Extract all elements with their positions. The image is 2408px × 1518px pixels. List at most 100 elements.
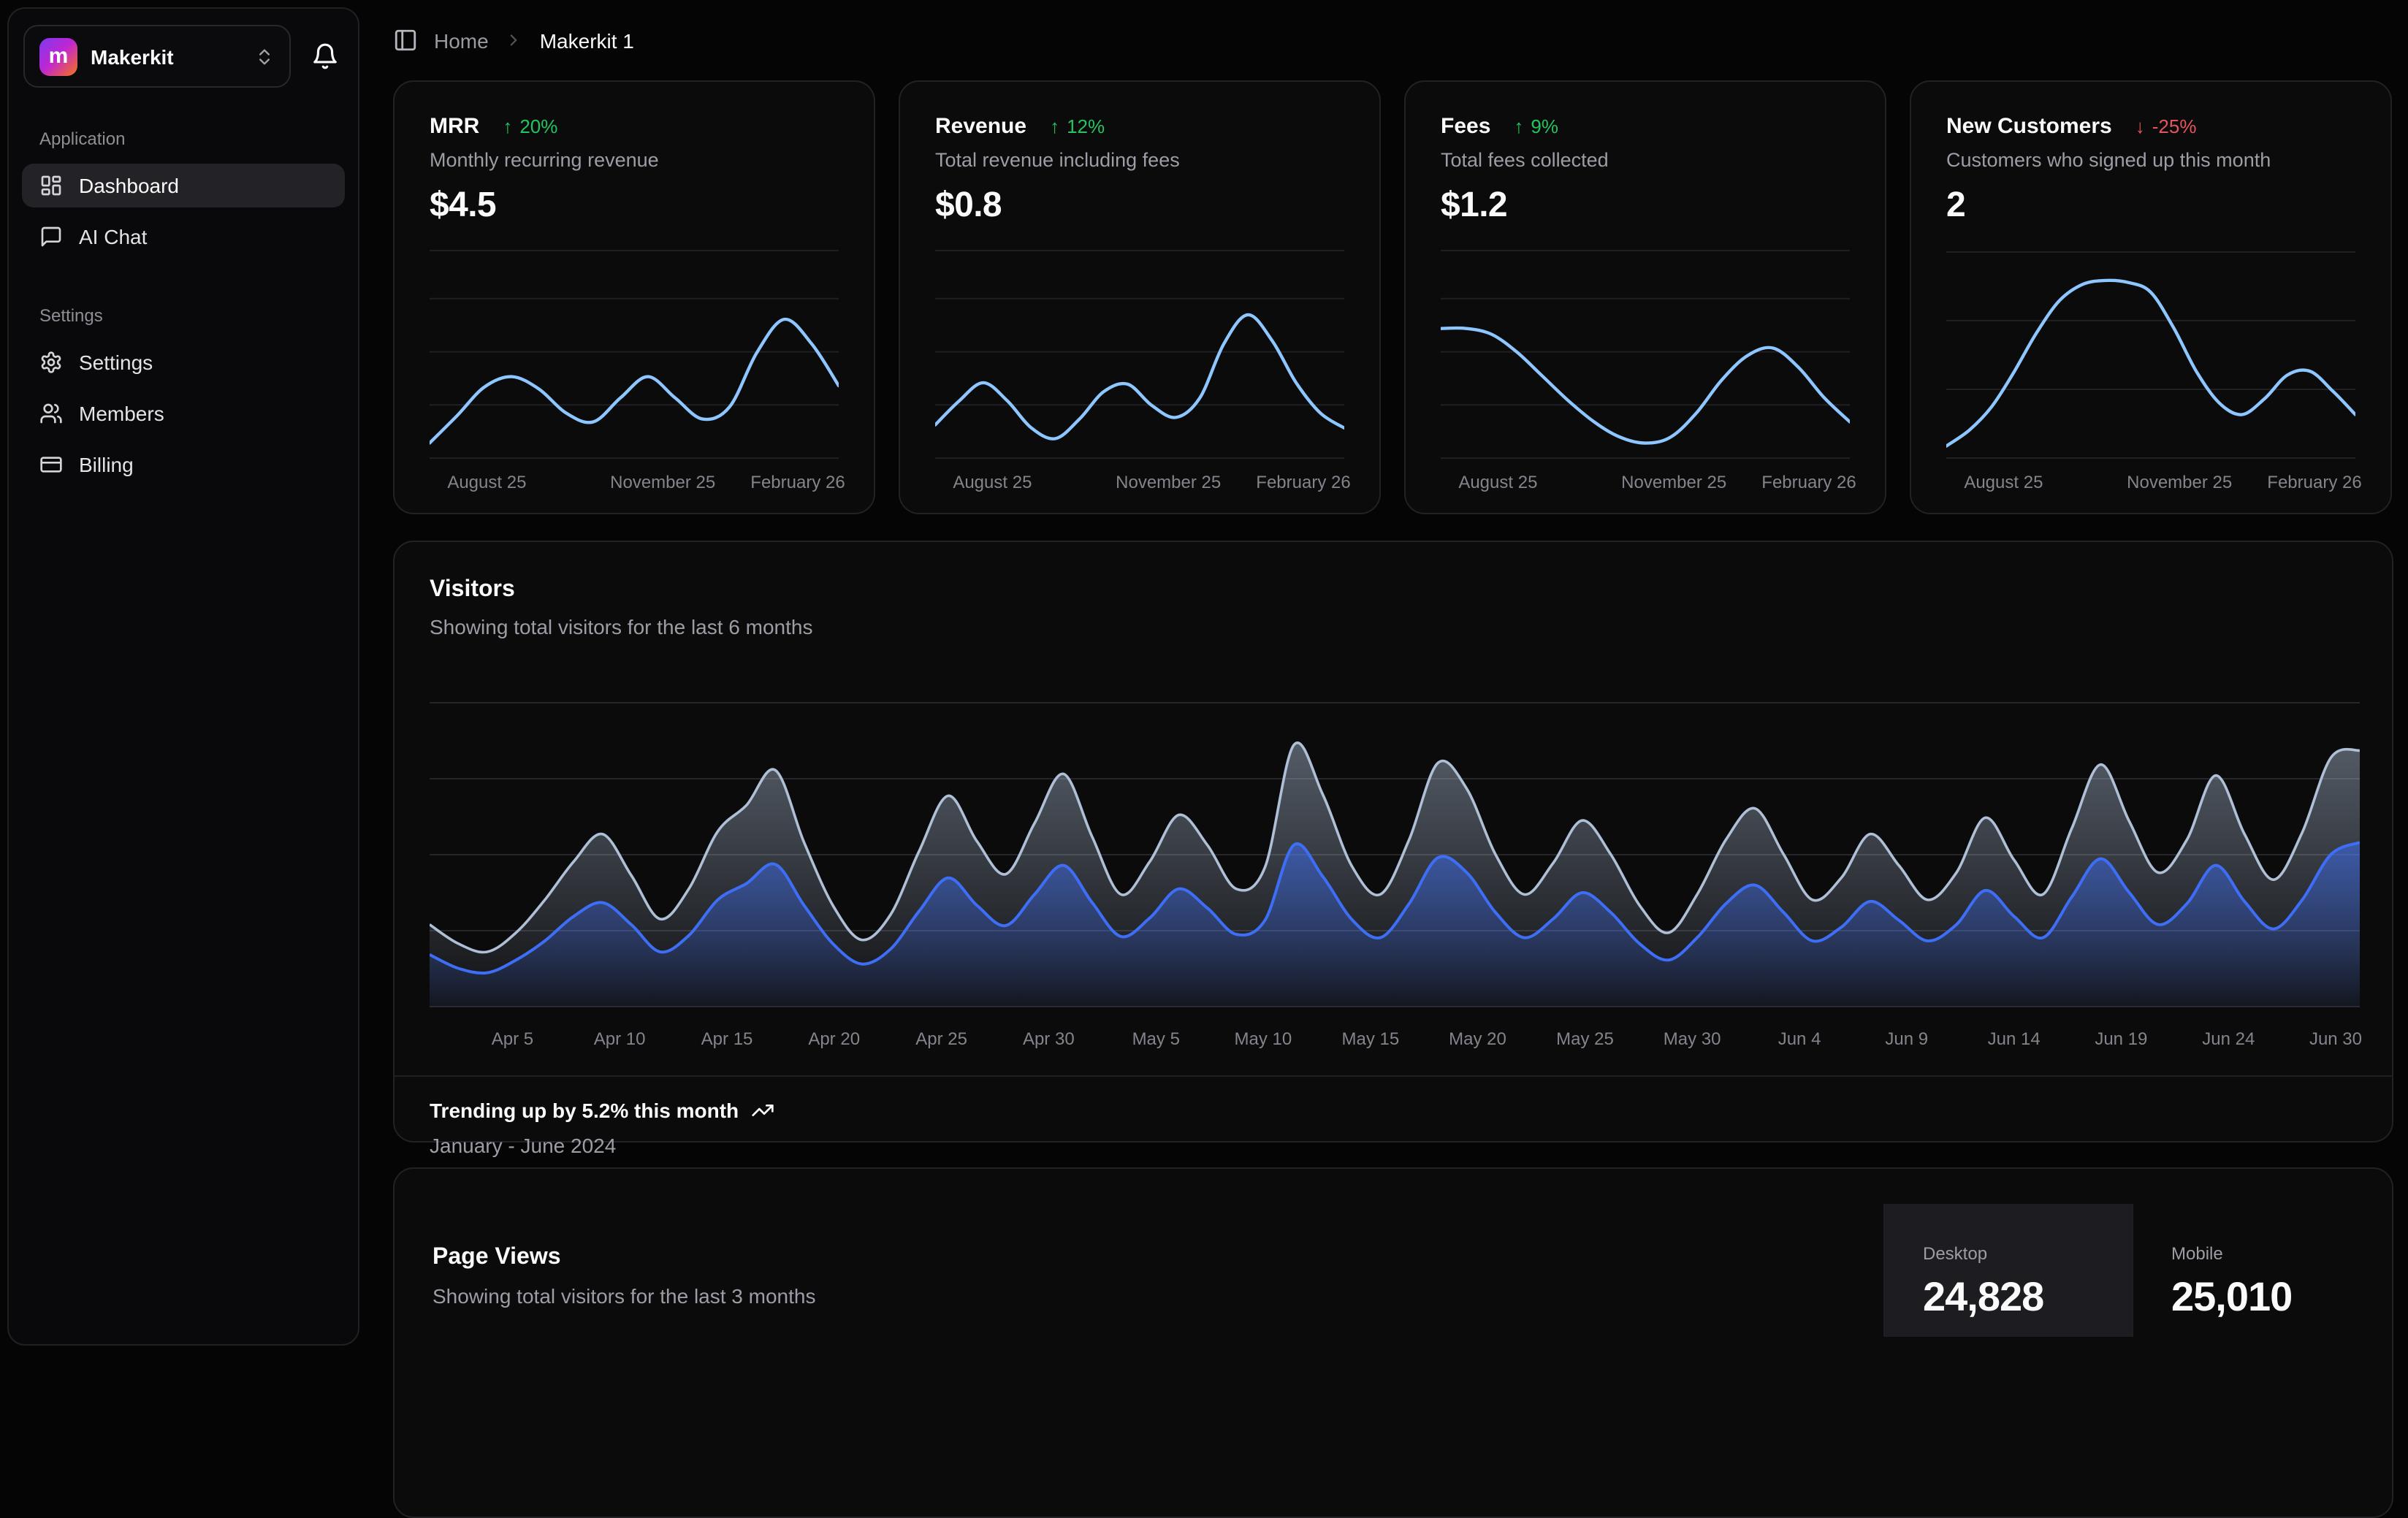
sidebar-nav: ApplicationDashboardAI ChatSettingsSetti… xyxy=(9,88,358,533)
x-axis-label: May 30 xyxy=(1664,1029,1721,1049)
main-content: Home Makerkit 1 MRR↑20%Monthly recurring… xyxy=(393,0,2393,1518)
page-views-subtitle: Showing total visitors for the last 3 mo… xyxy=(433,1284,815,1308)
dashboard-icon xyxy=(39,174,63,197)
stat-x-axis: August 25November 25February 26 xyxy=(1946,472,2355,495)
x-axis-label: Jun 9 xyxy=(1885,1029,1928,1049)
sidebar-item-settings[interactable]: Settings xyxy=(22,340,345,384)
chevron-right-icon xyxy=(505,31,524,50)
sidebar-item-label: AI Chat xyxy=(79,225,147,248)
x-axis-label: February 26 xyxy=(1256,472,1350,492)
x-axis-label: May 15 xyxy=(1341,1029,1399,1049)
stat-chart: August 25November 25February 26 xyxy=(1946,241,2355,495)
x-axis-label: February 26 xyxy=(750,472,845,492)
arrow-up-icon: ↑ xyxy=(503,115,512,137)
x-axis-label: November 25 xyxy=(610,472,715,492)
page-views-header: Page Views Showing total visitors for th… xyxy=(395,1169,815,1517)
credit-card-icon xyxy=(39,453,63,476)
x-axis-label: November 25 xyxy=(1116,472,1221,492)
sidebar-toggle-button[interactable] xyxy=(393,28,418,53)
workspace-selector[interactable]: m Makerkit xyxy=(23,25,291,88)
x-axis-label: Apr 20 xyxy=(808,1029,860,1049)
x-axis-label: Jun 14 xyxy=(1988,1029,2041,1049)
workspace-name: Makerkit xyxy=(91,45,241,68)
stat-card-mrr: MRR↑20%Monthly recurring revenue$4.5Augu… xyxy=(393,80,875,514)
workspace-logo: m xyxy=(39,37,77,75)
stat-chart: August 25November 25February 26 xyxy=(430,288,839,495)
sidebar-item-members[interactable]: Members xyxy=(22,392,345,435)
stat-trend-badge: ↑9% xyxy=(1514,115,1558,137)
sidebar-item-label: Dashboard xyxy=(79,174,179,197)
page-views-card: Page Views Showing total visitors for th… xyxy=(393,1167,2393,1518)
x-axis-label: November 25 xyxy=(1621,472,1726,492)
stat-card-fees: Fees↑9%Total fees collected$1.2August 25… xyxy=(1404,80,1886,514)
panel-left-icon xyxy=(393,28,418,53)
x-axis-label: Apr 5 xyxy=(492,1029,533,1049)
stat-x-axis: August 25November 25February 26 xyxy=(1441,472,1850,495)
x-axis-label: May 10 xyxy=(1235,1029,1292,1049)
stat-value: $0.8 xyxy=(935,186,1344,226)
visitors-period: January - June 2024 xyxy=(430,1134,2357,1157)
sidebar-item-ai-chat[interactable]: AI Chat xyxy=(22,215,345,259)
arrow-up-icon: ↑ xyxy=(1514,115,1523,137)
chat-icon xyxy=(39,225,63,248)
x-axis-label: August 25 xyxy=(953,472,1032,492)
breadcrumb: Home Makerkit 1 xyxy=(393,0,2393,80)
divider xyxy=(935,250,1344,251)
toggle-label: Desktop xyxy=(1923,1243,2132,1263)
stat-trend-badge: ↑ 12% xyxy=(1050,115,1105,137)
visitors-footer: Trending up by 5.2% this month January -… xyxy=(395,1075,2392,1157)
sidebar-item-label: Members xyxy=(79,402,164,425)
x-axis-label: August 25 xyxy=(1458,472,1537,492)
stat-value: $4.5 xyxy=(430,186,839,226)
x-axis-label: August 25 xyxy=(447,472,526,492)
divider xyxy=(430,250,839,251)
toggle-label: Mobile xyxy=(2171,1243,2380,1263)
stat-x-axis: August 25November 25February 26 xyxy=(935,472,1344,495)
stat-trend-value: 20% xyxy=(519,115,557,137)
x-axis-label: August 25 xyxy=(1964,472,2043,492)
sidebar-item-label: Billing xyxy=(79,453,134,476)
visitors-card: Visitors Showing total visitors for the … xyxy=(393,541,2393,1143)
app-root: m Makerkit Application Dashboard AI Chat Se… xyxy=(0,0,2408,1353)
page-views-title: Page Views xyxy=(433,1245,815,1271)
stat-trend-value: 12% xyxy=(1067,115,1105,137)
stat-description: Total fees collected xyxy=(1441,149,1850,171)
visitors-subtitle: Showing total visitors for the last 6 mo… xyxy=(430,615,2357,638)
breadcrumb-current: Makerkit 1 xyxy=(540,28,634,52)
stat-cards-row: MRR↑20%Monthly recurring revenue$4.5Augu… xyxy=(393,80,2393,514)
sidebar: m Makerkit Application Dashboard AI Chat Se… xyxy=(7,7,359,1346)
visitors-x-axis: Apr 5Apr 10Apr 15Apr 20Apr 25Apr 30May 5… xyxy=(430,1029,2357,1058)
page-views-toggle-mobile[interactable]: Mobile 25,010 xyxy=(2132,1204,2380,1337)
page-views-toggle-desktop[interactable]: Desktop24,828 xyxy=(1883,1204,2132,1337)
x-axis-label: November 25 xyxy=(2127,472,2232,492)
stat-title: MRR xyxy=(430,114,479,139)
sidebar-group-settings: Settings Settings Members Billing xyxy=(22,305,345,487)
stat-chart: August 25November 25February 26 xyxy=(1441,288,1850,495)
sidebar-item-label: Settings xyxy=(79,351,153,374)
stat-x-axis: August 25November 25February 26 xyxy=(430,472,839,495)
x-axis-label: February 26 xyxy=(2267,472,2361,492)
sidebar-item-billing[interactable]: Billing xyxy=(22,443,345,487)
x-axis-label: February 26 xyxy=(1761,472,1856,492)
sidebar-group-label: Settings xyxy=(22,305,345,326)
users-icon xyxy=(39,402,63,425)
stat-title: Fees xyxy=(1441,114,1490,139)
breadcrumb-home[interactable]: Home xyxy=(434,28,489,52)
sidebar-group-label: Application xyxy=(22,129,345,149)
notifications-button[interactable] xyxy=(310,41,339,70)
x-axis-label: Apr 10 xyxy=(594,1029,646,1049)
stat-title: New Customers xyxy=(1946,114,2112,139)
x-axis-label: May 25 xyxy=(1556,1029,1614,1049)
divider xyxy=(1441,250,1850,251)
stat-chart: August 25November 25February 26 xyxy=(935,288,1344,495)
stat-trend-badge: ↓-25% xyxy=(2135,115,2197,137)
stat-description: Total revenue including fees xyxy=(935,149,1344,171)
x-axis-label: Apr 30 xyxy=(1023,1029,1075,1049)
stat-title: Revenue xyxy=(935,114,1026,139)
gear-icon xyxy=(39,351,63,374)
arrow-down-icon: ↓ xyxy=(2135,115,2145,137)
toggle-value: 25,010 xyxy=(2171,1273,2380,1320)
arrow-up-icon: ↑ xyxy=(1050,115,1059,137)
sidebar-item-dashboard[interactable]: Dashboard xyxy=(22,164,345,207)
stat-card-new-customers: New Customers↓-25%Customers who signed u… xyxy=(1910,80,2392,514)
